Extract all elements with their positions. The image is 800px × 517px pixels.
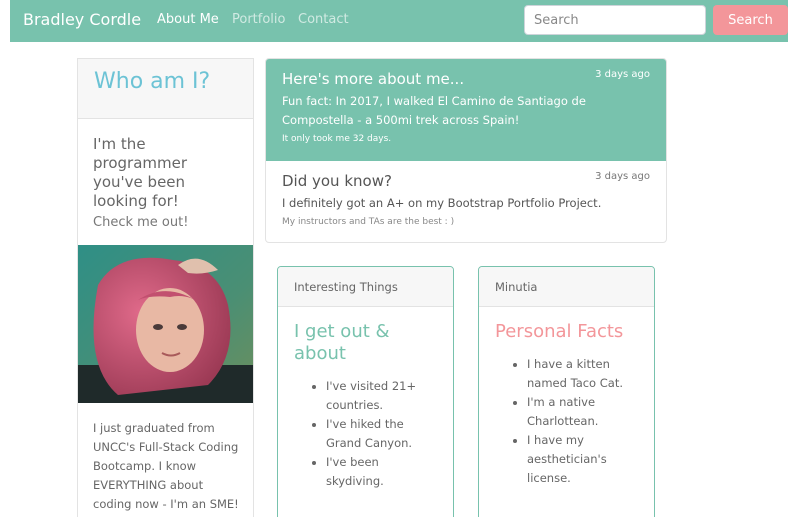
brand-link[interactable]: Bradley Cordle [23,10,141,29]
list-item: I've been skydiving. [326,453,437,491]
list-item: I have a kitten named Taco Cat. [527,355,638,393]
card-body: Personal Facts I have a kitten named Tac… [479,307,654,502]
profile-title: Who am I? [94,69,211,94]
navbar: Bradley Cordle About Me Portfolio Contac… [10,0,788,42]
list-item: I've visited 21+ countries. [326,377,437,415]
card-title: Personal Facts [495,321,624,342]
news-footnote: It only took me 32 days. [282,134,392,144]
news-text: I definitely got an A+ on my Bootstrap P… [282,196,602,210]
news-list-group: Here's more about me... 3 days ago Fun f… [265,58,667,243]
nav-link-about-me[interactable]: About Me [157,12,219,27]
list-item: I have my aesthetician's license. [527,431,638,488]
profile-subtagline: Check me out! [93,215,189,230]
card-list: I've visited 21+ countries. I've hiked t… [294,377,437,491]
news-timestamp: 3 days ago [595,69,650,80]
card-list: I have a kitten named Taco Cat. I'm a na… [495,355,638,488]
news-text: Fun fact: In 2017, I walked El Camino de… [282,94,586,127]
card-title: I get out & about [294,321,390,364]
minutia-card: Minutia Personal Facts I have a kitten n… [478,266,655,517]
nav-link-contact[interactable]: Contact [298,12,349,27]
profile-card: Who am I? I'm the programmer you've been… [77,58,254,517]
news-timestamp: 3 days ago [595,171,650,182]
news-item-active[interactable]: Here's more about me... 3 days ago Fun f… [266,59,666,161]
list-item: I've hiked the Grand Canyon. [326,415,437,453]
profile-card-body: I'm the programmer you've been looking f… [78,119,253,230]
profile-bio: I just graduated from UNCC's Full-Stack … [93,421,239,511]
profile-tagline: I'm the programmer you've been looking f… [93,135,188,210]
search-input[interactable] [524,5,706,35]
card-header: Interesting Things [278,267,453,307]
profile-card-header: Who am I? [78,59,253,119]
interesting-things-card: Interesting Things I get out & about I'v… [277,266,454,517]
search-button[interactable]: Search [713,5,788,35]
card-header: Minutia [479,267,654,307]
news-footnote: My instructors and TAs are the best : ) [282,217,455,227]
portrait-photo [78,245,253,403]
card-body: I get out & about I've visited 21+ count… [278,307,453,505]
news-item[interactable]: Did you know? 3 days ago I definitely go… [266,161,666,242]
nav-link-portfolio[interactable]: Portfolio [232,12,285,27]
list-item: I'm a native Charlottean. [527,393,638,431]
